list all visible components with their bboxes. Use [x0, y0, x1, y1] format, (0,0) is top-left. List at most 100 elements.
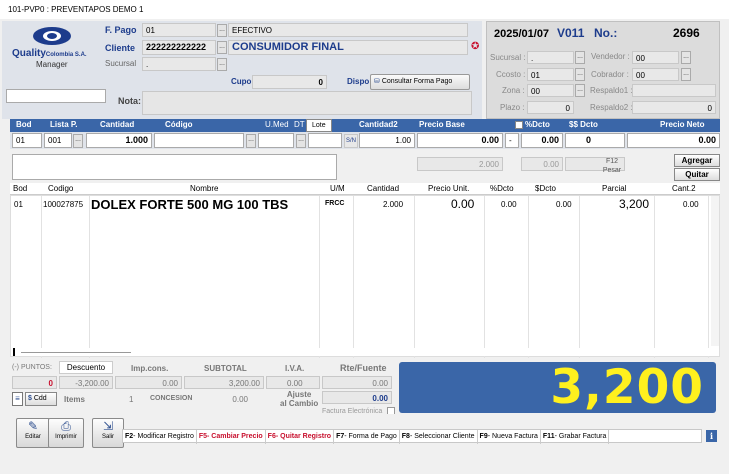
zona-lookup-button[interactable]: ... — [575, 84, 585, 97]
fkey-key: F8 — [401, 433, 410, 440]
table-row[interactable]: 01 100027875 DOLEX FORTE 500 MG 100 TBS … — [11, 196, 711, 216]
quitar-button[interactable]: Quitar — [674, 168, 720, 181]
logo-suffix: Colombia S.A. — [45, 52, 87, 58]
vendedor-lookup-button[interactable]: ... — [681, 51, 691, 64]
fkey-f5[interactable]: F5 - Cambiar Precio — [197, 430, 266, 444]
cliente-code-field[interactable]: 222222222222 — [142, 40, 216, 55]
col-precio-neto: Precio Neto — [660, 120, 705, 129]
doc-date: 2025/01/07 — [494, 28, 550, 40]
row-nombre: DOLEX FORTE 500 MG 100 TBS — [91, 197, 289, 212]
salir-button[interactable]: ⇲ Salir — [92, 418, 124, 448]
cdd-icon: $ — [28, 395, 32, 402]
fpago-label: F. Pago — [105, 25, 137, 35]
doc-sucursal-lookup-button[interactable]: ... — [575, 51, 585, 64]
list-icon[interactable]: ≡ — [12, 392, 23, 406]
entry-precio-neto-field[interactable]: 0.00 — [627, 133, 720, 148]
cdd-label: Cdd — [33, 395, 47, 402]
zona-field[interactable]: 00 — [527, 84, 574, 97]
col-cantidad2: Cantidad2 — [359, 120, 398, 129]
entry-bod-field[interactable]: 01 — [12, 133, 42, 148]
doc-no-label: No.: — [594, 26, 618, 40]
editar-button[interactable]: ✎ Editar — [16, 418, 50, 448]
document-info-panel: 2025/01/07 V011 No.: 2696 Sucursal : . .… — [486, 21, 720, 119]
logo-sub: Manager — [36, 60, 68, 69]
fkey-f9[interactable]: F9 - Nueva Factura — [478, 430, 541, 444]
fpago-code-field[interactable]: 01 — [142, 23, 216, 37]
fkey-label: - Grabar Factura — [554, 433, 607, 440]
agregar-button[interactable]: Agregar — [674, 154, 720, 167]
fkey-key: F9 — [479, 433, 488, 440]
grid-horizontal-scrollbar[interactable] — [13, 348, 709, 356]
col-codigo: Código — [165, 120, 193, 129]
respaldo1-label: Respaldo1 : — [590, 86, 633, 95]
entry-umed-lookup-button[interactable]: ... — [296, 134, 306, 148]
fpago-lookup-button[interactable]: ... — [217, 24, 227, 37]
sucursal-lookup-button[interactable]: ... — [217, 58, 227, 71]
fkey-f2[interactable]: F2 - Modificar Registro — [123, 430, 197, 444]
entry-sdcto-field[interactable]: 0 — [565, 133, 625, 148]
items-label: Items — [64, 395, 85, 404]
fkey-key: F5 — [198, 433, 208, 440]
puntos-label: (-) PUNTOS: — [12, 364, 52, 371]
ccosto-lookup-button[interactable]: ... — [575, 68, 585, 81]
consultar-forma-pago-button[interactable]: ⛁ Consultar Forma Pago — [370, 74, 470, 90]
rte-label: Rte/Fuente — [340, 363, 387, 373]
sucursal-field[interactable]: . — [142, 57, 216, 71]
items-grid[interactable]: 01 100027875 DOLEX FORTE 500 MG 100 TBS … — [10, 195, 720, 358]
entry-cantidad2-field[interactable]: 1.00 — [359, 133, 415, 148]
cliente-label: Cliente — [105, 43, 136, 53]
entry-umed-field[interactable] — [258, 133, 294, 148]
entry-sign-field[interactable]: - — [505, 133, 519, 148]
fkey-label: - Forma de Pago — [344, 433, 397, 440]
cobrador-lookup-button[interactable]: ... — [681, 68, 691, 81]
grid-col-parcial: Parcial — [602, 184, 627, 193]
entry-precio-base-field[interactable]: 0.00 — [417, 133, 503, 148]
grid-col-cant2: Cant.2 — [672, 184, 696, 193]
row-cant2: 0.00 — [683, 200, 699, 209]
entry-cantidad-field[interactable]: 1.000 — [86, 133, 152, 148]
respaldo2-label: Respaldo2 : — [590, 103, 633, 112]
entry-lote-field[interactable] — [308, 133, 342, 148]
cdd-button[interactable]: $ Cdd — [25, 392, 57, 406]
col-cantidad: Cantidad — [100, 120, 135, 129]
f12-pesar-button[interactable]: F12 Pesar — [598, 157, 626, 179]
entry-row: 01 001 ... 1.000 ... ... S/N 1.00 0.00 -… — [10, 132, 720, 149]
entry-lista-field[interactable]: 001 — [44, 133, 72, 148]
respaldo1-field[interactable] — [632, 84, 716, 97]
iva-value: 0.00 — [266, 376, 320, 389]
cliente-lookup-button[interactable]: ... — [217, 41, 227, 54]
pdcto-checkbox[interactable] — [515, 121, 523, 129]
col-dt: DT — [294, 120, 305, 129]
entry-sn-field[interactable]: S/N — [344, 134, 358, 148]
cupo-field: 0 — [252, 75, 327, 89]
fkey-f8[interactable]: F8 - Seleccionar Cliente — [400, 430, 478, 444]
plazo-field[interactable]: 0 — [527, 101, 574, 114]
imprimir-button[interactable]: ⎙ Imprimir — [48, 418, 84, 448]
cobrador-field[interactable]: 00 — [632, 68, 679, 81]
fkey-f6[interactable]: F6 - Quitar Registro — [266, 430, 335, 444]
ccosto-field[interactable]: 01 — [527, 68, 574, 81]
fkey-f7[interactable]: F7 - Forma de Pago — [334, 430, 400, 444]
entry-codigo-lookup-button[interactable]: ... — [246, 134, 256, 148]
ajuste-label-line1: Ajuste — [286, 390, 312, 399]
entry-lista-lookup-button[interactable]: ... — [73, 134, 83, 148]
lote-button[interactable]: Lote — [306, 119, 332, 132]
grid-col-codigo: Codigo — [48, 184, 74, 193]
cobrador-label: Cobrador : — [591, 70, 629, 79]
entry-codigo-field[interactable] — [154, 133, 244, 148]
respaldo2-field[interactable]: 0 — [632, 101, 716, 114]
concesion-label: CONCESION — [150, 395, 193, 402]
nota-field[interactable] — [142, 91, 472, 115]
doc-sucursal-label: Sucursal : — [490, 53, 526, 62]
grid-vertical-scrollbar[interactable] — [711, 196, 719, 346]
product-description-field — [12, 154, 337, 180]
fkey-key: F2 — [125, 433, 134, 440]
fkey-f11[interactable]: F11 - Grabar Factura — [541, 430, 610, 444]
vendedor-field[interactable]: 00 — [632, 51, 679, 64]
subtotal-label: SUBTOTAL — [204, 364, 247, 373]
window-title: 101-PVP0 : PREVENTAPOS DEMO 1 — [0, 0, 729, 19]
info-icon[interactable]: i — [706, 430, 717, 442]
doc-sucursal-field[interactable]: . — [527, 51, 574, 64]
entry-pdcto-field[interactable]: 0.00 — [521, 133, 563, 148]
cliente-flag-icon[interactable]: ✪ — [471, 41, 479, 52]
